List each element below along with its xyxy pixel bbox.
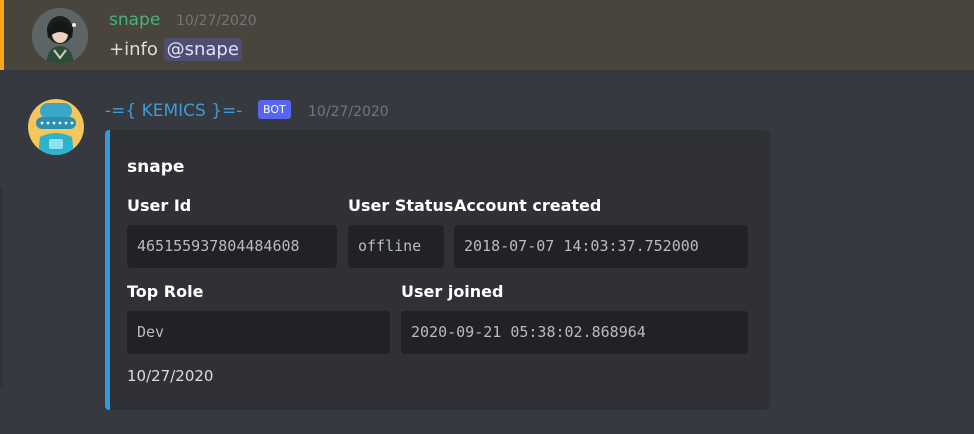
field-name-user-joined: User joined — [401, 282, 504, 301]
field-value-user-id: 465155937804484608 — [127, 225, 337, 268]
message-timestamp: 10/27/2020 — [176, 13, 257, 29]
field-name-user-id: User Id — [127, 196, 192, 215]
bot-author-name[interactable]: -={ KEMICS }=- — [105, 101, 242, 121]
bot-message-timestamp: 10/27/2020 — [308, 104, 389, 120]
user-avatar[interactable] — [32, 8, 88, 64]
embed-footer-timestamp: 10/27/2020 — [127, 367, 214, 385]
scroll-edge — [0, 188, 3, 386]
bot-badge: BOT — [258, 100, 291, 119]
field-value-top-role: Dev — [127, 311, 390, 354]
bot-avatar[interactable] — [28, 99, 84, 155]
field-value-user-joined: 2020-09-21 05:38:02.868964 — [401, 311, 748, 354]
field-name-account-created: Account created — [454, 196, 602, 215]
field-value-account-created: 2018-07-07 14:03:37.752000 — [454, 225, 748, 268]
author-name[interactable]: snape — [109, 10, 160, 30]
message-content: +info @snape — [109, 38, 242, 61]
command-text: +info — [109, 39, 158, 60]
message-highlighted: snape 10/27/2020 +info @snape — [0, 0, 974, 70]
user-mention[interactable]: @snape — [163, 38, 242, 61]
field-name-user-status: User Status — [348, 196, 454, 215]
user-info-embed: snape User Id 465155937804484608 User St… — [105, 130, 770, 410]
field-value-user-status: offline — [348, 225, 444, 268]
embed-title: snape — [127, 157, 185, 177]
field-name-top-role: Top Role — [127, 282, 204, 301]
